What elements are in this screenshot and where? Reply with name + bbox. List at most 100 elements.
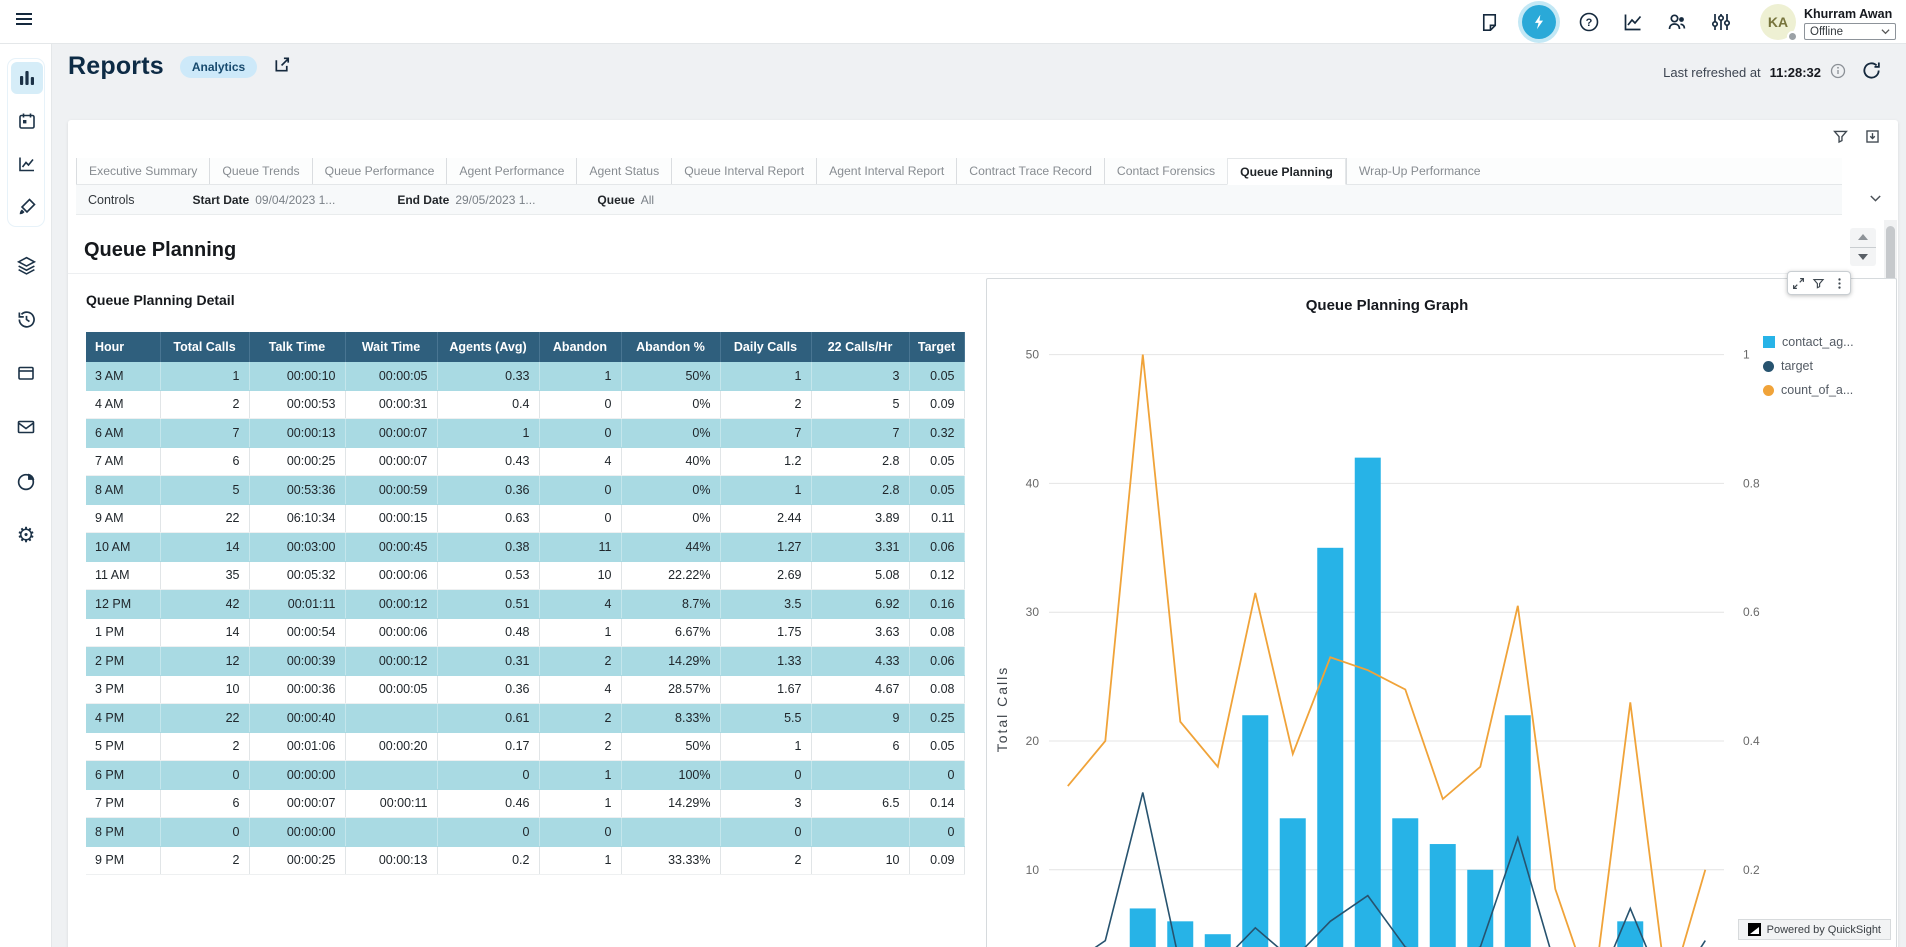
flash-icon[interactable] xyxy=(1522,5,1556,39)
tab-queue-performance[interactable]: Queue Performance xyxy=(312,158,447,184)
kebab-menu-icon[interactable] xyxy=(1832,276,1847,291)
table-cell: 0.63 xyxy=(437,504,539,533)
svg-text:50: 50 xyxy=(1026,348,1040,362)
status-select[interactable]: Offline xyxy=(1804,23,1896,40)
table-cell: 5 xyxy=(811,390,909,419)
column-header[interactable]: Abandon % xyxy=(621,333,720,362)
column-header[interactable]: 22 Calls/Hr xyxy=(811,333,909,362)
control-start-date[interactable]: Start Date 09/04/2023 1... xyxy=(193,193,336,207)
tab-agent-status[interactable]: Agent Status xyxy=(576,158,671,184)
table-cell: 0.25 xyxy=(909,704,964,733)
tab-queue-planning[interactable]: Queue Planning xyxy=(1227,158,1346,185)
pie-chart-icon[interactable] xyxy=(10,465,42,497)
column-header[interactable]: Hour xyxy=(86,333,160,362)
export-icon[interactable] xyxy=(1862,126,1882,146)
table-cell: 0.05 xyxy=(909,476,964,505)
controls-row: Controls Start Date 09/04/2023 1... End … xyxy=(76,185,1842,215)
control-end-date[interactable]: End Date 29/05/2023 1... xyxy=(397,193,535,207)
table-row: 5 PM200:01:0600:00:200.17250%160.05 xyxy=(86,732,964,761)
table-cell: 0 xyxy=(539,390,621,419)
column-header[interactable]: Talk Time xyxy=(249,333,345,362)
info-icon[interactable] xyxy=(1830,63,1846,82)
legend-item-count-of-a-[interactable]: count_of_a... xyxy=(1763,383,1854,397)
user-block: KA Khurram Awan Offline xyxy=(1760,4,1896,40)
table-cell: 0.09 xyxy=(909,846,964,875)
metrics-icon[interactable] xyxy=(1622,11,1644,33)
table-cell: 7 xyxy=(160,419,249,448)
calendar-icon[interactable] xyxy=(11,105,43,137)
table-cell: 0.05 xyxy=(909,732,964,761)
avatar[interactable]: KA xyxy=(1760,4,1796,40)
table-row: 6 PM000:00:0001100%00 xyxy=(86,761,964,790)
users-icon[interactable] xyxy=(1666,11,1688,33)
table-cell: 4 xyxy=(539,675,621,704)
table-cell: 00:00:45 xyxy=(345,533,437,562)
gear-icon[interactable]: ⚙ xyxy=(10,519,42,551)
svg-text:0.2: 0.2 xyxy=(1743,863,1760,877)
bar-chart-icon[interactable] xyxy=(11,62,43,94)
table-cell: 2.44 xyxy=(720,504,811,533)
legend-item-contact-ag-[interactable]: contact_ag... xyxy=(1763,335,1854,349)
svg-text:10: 10 xyxy=(1026,863,1040,877)
scroll-up-button[interactable] xyxy=(1850,228,1876,248)
table-cell: 2.69 xyxy=(720,561,811,590)
svg-text:20: 20 xyxy=(1026,734,1040,748)
powered-by-quicksight[interactable]: Powered by QuickSight xyxy=(1738,919,1891,940)
tab-contact-forensics[interactable]: Contact Forensics xyxy=(1104,158,1227,184)
bar-10-am xyxy=(1280,818,1306,947)
column-header[interactable]: Total Calls xyxy=(160,333,249,362)
design-icon[interactable] xyxy=(11,191,43,223)
table-cell: 0.08 xyxy=(909,618,964,647)
tab-queue-interval-report[interactable]: Queue Interval Report xyxy=(671,158,816,184)
page-title: Reports xyxy=(68,52,164,81)
table-cell: 2 xyxy=(720,846,811,875)
filter-icon[interactable] xyxy=(1830,126,1850,146)
history-icon[interactable] xyxy=(10,303,42,335)
table-cell: 1.75 xyxy=(720,618,811,647)
column-header[interactable]: Daily Calls xyxy=(720,333,811,362)
trend-icon[interactable] xyxy=(11,148,43,180)
table-cell: 22.22% xyxy=(621,561,720,590)
note-icon[interactable] xyxy=(1478,11,1500,33)
refresh-icon[interactable] xyxy=(1861,60,1882,84)
table-cell: 00:03:00 xyxy=(249,533,345,562)
chevron-down-icon[interactable] xyxy=(1867,190,1884,212)
tab-agent-interval-report[interactable]: Agent Interval Report xyxy=(816,158,956,184)
table-cell: 00:00:10 xyxy=(249,362,345,391)
table-cell: 0.2 xyxy=(437,846,539,875)
column-header[interactable]: Agents (Avg) xyxy=(437,333,539,362)
filter-icon[interactable] xyxy=(1811,276,1826,291)
control-queue[interactable]: Queue All xyxy=(597,193,654,207)
legend-item-target[interactable]: target xyxy=(1763,359,1854,373)
table-cell: 5 xyxy=(160,476,249,505)
tab-queue-trends[interactable]: Queue Trends xyxy=(209,158,311,184)
expand-icon[interactable] xyxy=(1791,276,1806,291)
tab-wrap-up-performance[interactable]: Wrap-Up Performance xyxy=(1346,158,1493,184)
table-cell: 1.27 xyxy=(720,533,811,562)
avatar-initials: KA xyxy=(1768,14,1788,30)
menu-icon[interactable] xyxy=(14,9,34,34)
tab-agent-performance[interactable]: Agent Performance xyxy=(446,158,576,184)
table-cell: 0.33 xyxy=(437,362,539,391)
layers-icon[interactable] xyxy=(10,249,42,281)
table-row: 2 PM1200:00:3900:00:120.31214.29%1.334.3… xyxy=(86,647,964,676)
external-link-icon[interactable] xyxy=(273,55,292,79)
column-header[interactable]: Wait Time xyxy=(345,333,437,362)
tab-contract-trace-record[interactable]: Contract Trace Record xyxy=(956,158,1104,184)
equalizer-icon[interactable] xyxy=(1710,11,1732,33)
mail-icon[interactable] xyxy=(10,411,42,443)
table-cell: 4.33 xyxy=(811,647,909,676)
table-cell: 0.08 xyxy=(909,675,964,704)
table-cell: 6 xyxy=(811,732,909,761)
help-icon[interactable]: ? xyxy=(1578,11,1600,33)
table-cell: 00:00:05 xyxy=(345,362,437,391)
table-cell: 00:00:12 xyxy=(345,647,437,676)
table-cell: 22 xyxy=(160,504,249,533)
scroll-down-button[interactable] xyxy=(1850,248,1876,267)
window-icon[interactable] xyxy=(10,357,42,389)
table-row: 7 PM600:00:0700:00:110.46114.29%36.50.14 xyxy=(86,789,964,818)
tab-executive-summary[interactable]: Executive Summary xyxy=(76,158,209,184)
column-header[interactable]: Target xyxy=(909,333,964,362)
column-header[interactable]: Abandon xyxy=(539,333,621,362)
table-cell: 00:00:54 xyxy=(249,618,345,647)
